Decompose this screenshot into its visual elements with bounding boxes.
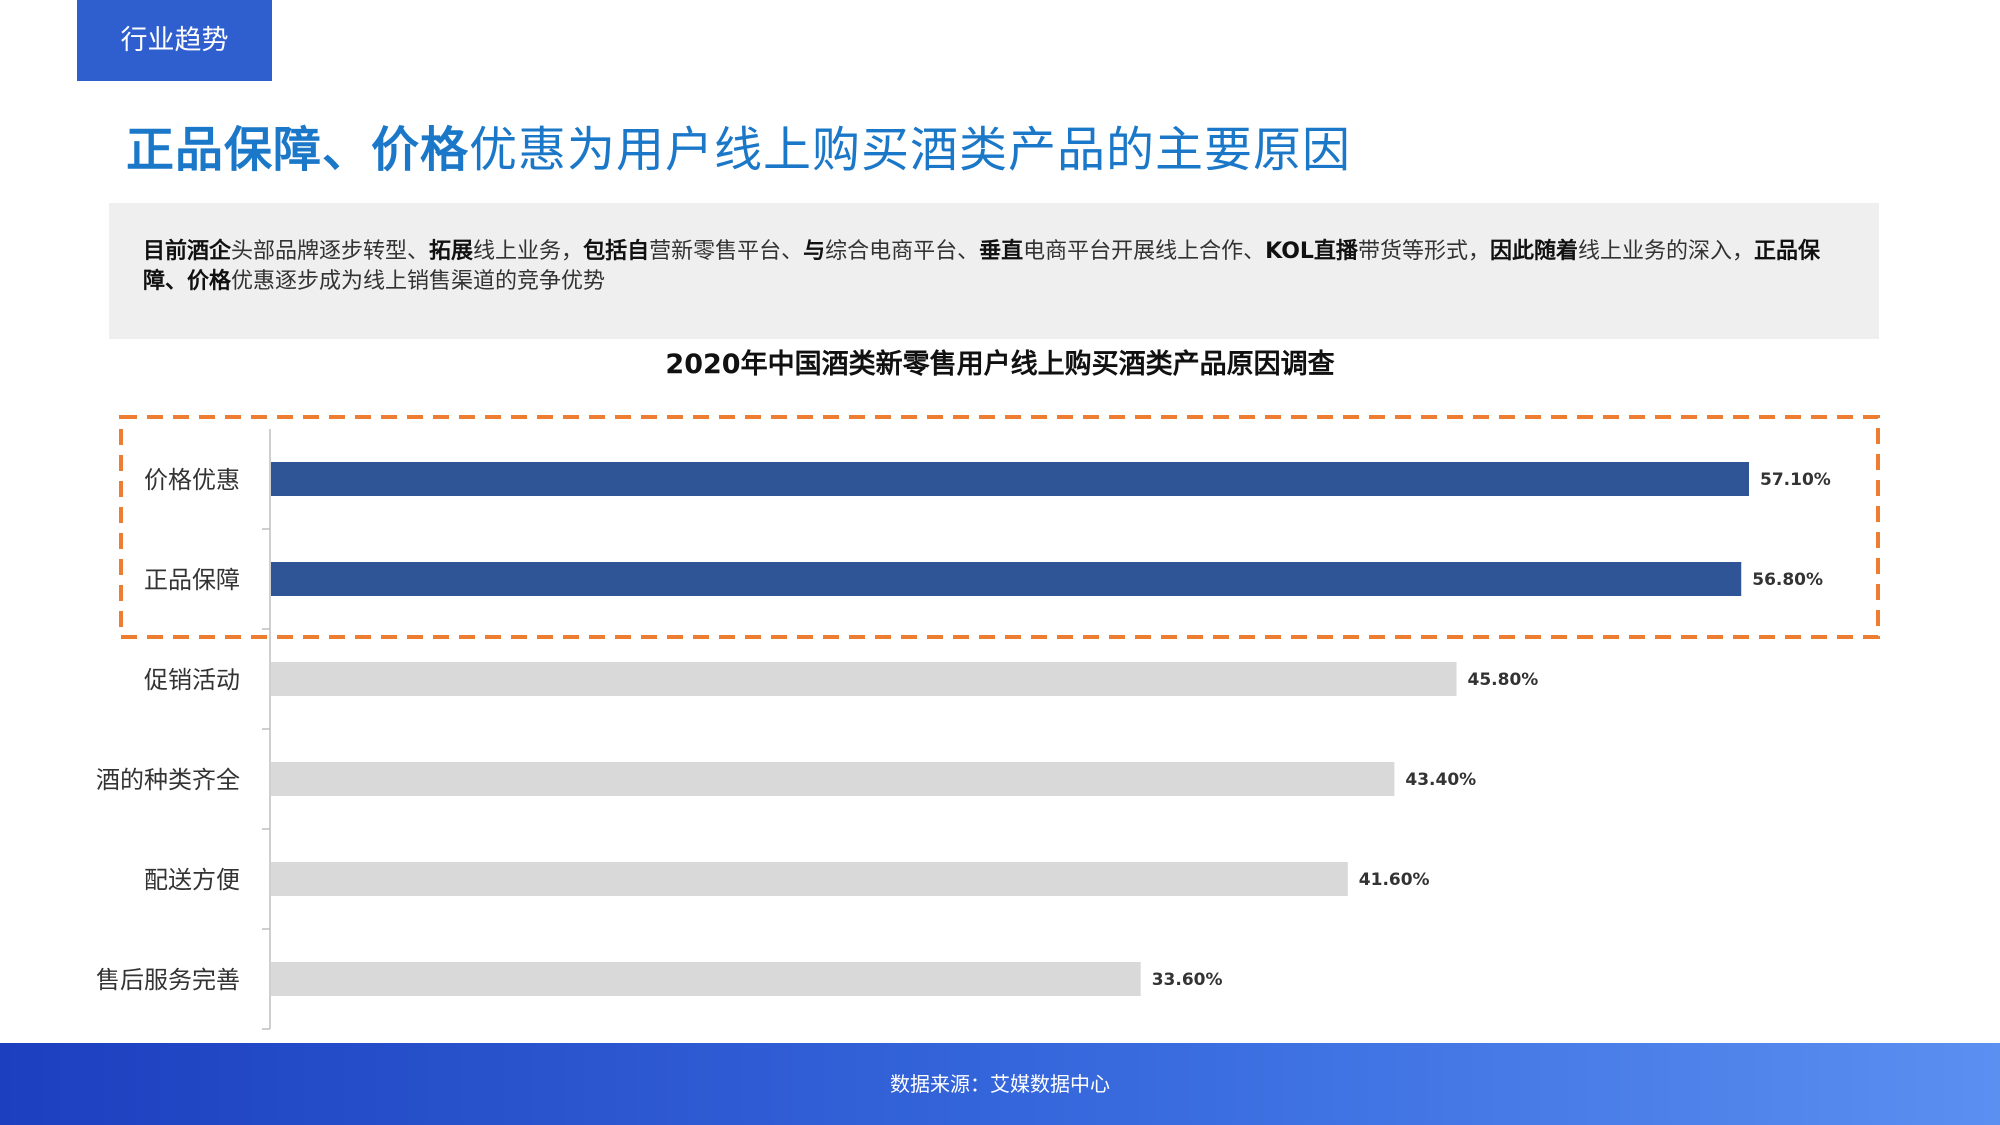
highlight-box [119, 415, 1880, 639]
page-title-bold: 正品保障、价格 [126, 122, 470, 178]
page-title-rest: 优惠为用户线上购买酒类产品的主要原因 [469, 122, 1352, 178]
bar-4 [271, 862, 1348, 896]
category-label: 配送方便 [144, 866, 240, 894]
category-label: 促销活动 [144, 666, 240, 694]
chart-title: 2020年中国酒类新零售用户线上购买酒类产品原因调查 [665, 349, 1335, 380]
value-label: 33.60% [1152, 970, 1223, 990]
summary-bold: 目前酒企 [143, 239, 232, 264]
category-label: 售后服务完善 [96, 966, 240, 994]
value-label: 41.60% [1359, 870, 1430, 890]
value-label: 57.10% [1760, 470, 1831, 490]
summary-text: 优惠逐步成为线上销售渠道的竞争优势 [231, 269, 606, 294]
category-label: 正品保障 [144, 566, 240, 594]
footer-source: 数据来源：艾媒数据中心 [0, 1043, 2000, 1125]
section-tag: 行业趋势 [77, 0, 272, 81]
value-label: 43.40% [1405, 770, 1476, 790]
value-label: 56.80% [1752, 570, 1823, 590]
summary-bold: 垂直 [979, 239, 1024, 264]
bar-0 [271, 462, 1749, 496]
summary-bold: 包括自 [583, 239, 650, 264]
summary-text: 营新零售平台、 [649, 239, 804, 264]
bar-1 [271, 562, 1742, 596]
bar-3 [271, 762, 1395, 796]
bar-chart: 价格优惠 57.10% 正品保障 56.80% 促销活动 45.80% 酒的种类齐全 43.4… [96, 415, 1880, 1030]
category-label: 酒的种类齐全 [96, 766, 240, 794]
bar-5 [271, 962, 1141, 996]
summary-text: 综合电商平台、 [825, 239, 980, 264]
summary-text: 线上业务的深入， [1577, 239, 1754, 264]
summary-text: 电商平台开展线上合作、 [1023, 239, 1266, 264]
summary-bold: 因此随着 [1489, 239, 1578, 264]
summary-text: 头部品牌逐步转型、 [231, 239, 430, 264]
summary-bold: KOL直播 [1265, 239, 1358, 264]
summary-bold: 拓展 [429, 239, 474, 264]
page-title: 正品保障、价格优惠为用户线上购买酒类产品的主要原因 [126, 110, 1351, 180]
summary-bold: 与 [803, 239, 826, 264]
category-label: 价格优惠 [144, 466, 240, 494]
summary-box: 目前酒企头部品牌逐步转型、拓展线上业务，包括自营新零售平台、与综合电商平台、垂直… [109, 203, 1879, 339]
bar-2 [271, 662, 1457, 696]
summary-text: 带货等形式， [1357, 239, 1490, 264]
value-label: 45.80% [1468, 670, 1539, 690]
summary-text: 线上业务， [473, 239, 584, 264]
